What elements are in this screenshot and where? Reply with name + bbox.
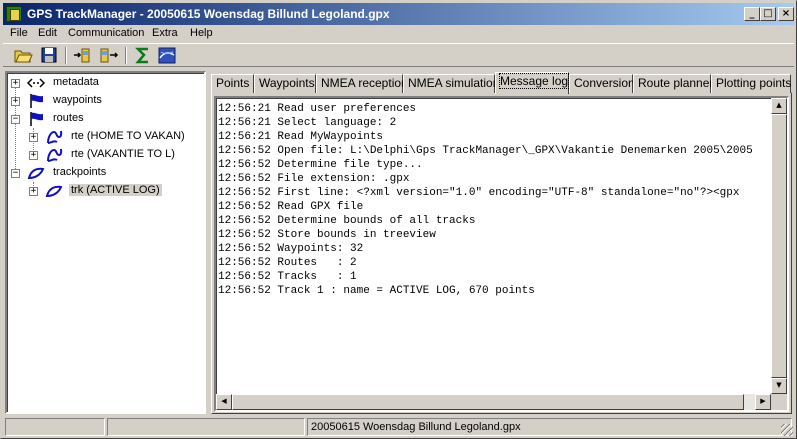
- route-curve-icon: [45, 147, 63, 163]
- resize-grip-icon[interactable]: [781, 424, 793, 436]
- toolbar-separator: [125, 47, 127, 64]
- import-icon[interactable]: [73, 46, 93, 65]
- tab-strip: Points Waypoints NMEA reception NMEA sim…: [211, 72, 796, 94]
- menu-file[interactable]: File: [10, 27, 28, 39]
- tree-node-label: routes: [53, 112, 84, 124]
- log-line: 12:56:52 Store bounds in treeview: [218, 229, 436, 241]
- vertical-scrollbar[interactable]: ▲ ▼: [771, 98, 787, 394]
- tab-nmea-reception[interactable]: NMEA reception: [316, 74, 408, 93]
- toolbar-separator: [65, 47, 67, 64]
- globe-icon[interactable]: [157, 46, 177, 65]
- collapse-icon[interactable]: −: [11, 115, 20, 124]
- close-button[interactable]: ×: [778, 7, 794, 21]
- log-line: 12:56:52 Routes : 2: [218, 257, 357, 269]
- log-line: 12:56:52 Determine file type...: [218, 159, 423, 171]
- tree-node-routes[interactable]: − routes: [11, 111, 201, 127]
- log-line: 12:56:52 Determine bounds of all tracks: [218, 215, 476, 227]
- status-panel-1: [5, 418, 105, 436]
- tree-node-track-active-log[interactable]: + trk (ACTIVE LOG): [29, 183, 204, 199]
- expand-icon[interactable]: +: [29, 151, 38, 160]
- menu-edit[interactable]: Edit: [38, 27, 57, 39]
- tab-waypoints[interactable]: Waypoints: [254, 74, 316, 93]
- toolbar: [3, 43, 794, 67]
- track-curve-icon: [27, 165, 45, 181]
- export-icon[interactable]: [99, 46, 119, 65]
- expand-icon[interactable]: +: [11, 97, 20, 106]
- log-line: 12:56:21 Read user preferences: [218, 103, 417, 115]
- minimize-button[interactable]: _: [744, 7, 760, 21]
- status-bar: 20050615 Woensdag Billund Legoland.gpx: [3, 417, 794, 437]
- sigma-icon[interactable]: [133, 46, 153, 65]
- horizontal-scrollbar[interactable]: ◀ ▶: [216, 394, 771, 410]
- menu-extra[interactable]: Extra: [152, 27, 178, 39]
- tab-nmea-simulation[interactable]: NMEA simulation: [403, 74, 499, 93]
- app-icon[interactable]: [6, 6, 22, 22]
- maximize-button[interactable]: □: [760, 7, 776, 21]
- status-panel-2: [107, 418, 305, 436]
- title-bar[interactable]: GPS TrackManager - 20050615 Woensdag Bil…: [3, 3, 794, 25]
- log-line: 12:56:52 Track 1 : name = ACTIVE LOG, 67…: [218, 285, 535, 297]
- tree-node-label: rte (HOME TO VAKAN): [71, 130, 185, 142]
- scroll-up-button[interactable]: ▲: [771, 98, 787, 114]
- log-line: 12:56:52 Waypoints: 32: [218, 243, 364, 255]
- scroll-down-button[interactable]: ▼: [771, 378, 787, 394]
- tree-node-metadata[interactable]: + metadata: [11, 75, 201, 91]
- expand-icon[interactable]: +: [29, 133, 38, 142]
- blue-flag-icon: [27, 93, 45, 109]
- tree-node-trackpoints[interactable]: − trackpoints: [11, 165, 201, 181]
- tree-node-waypoints[interactable]: + waypoints: [11, 93, 201, 109]
- tree-node-label: trk (ACTIVE LOG): [69, 184, 162, 196]
- tree-node-label: metadata: [53, 76, 99, 88]
- metadata-arrows-icon: [26, 75, 46, 91]
- tree-node-route-vakantie-to-l[interactable]: + rte (VAKANTIE TO L): [29, 147, 204, 163]
- log-line: 12:56:52 Read GPX file: [218, 201, 364, 213]
- tab-points[interactable]: Points: [211, 74, 254, 93]
- tab-plotting-points[interactable]: Plotting points: [711, 74, 791, 93]
- collapse-icon[interactable]: −: [11, 169, 20, 178]
- app-window: GPS TrackManager - 20050615 Woensdag Bil…: [0, 0, 797, 439]
- scroll-right-button[interactable]: ▶: [755, 394, 771, 410]
- log-line: 12:56:52 Open file: L:\Delphi\Gps TrackM…: [218, 145, 753, 157]
- message-log[interactable]: 12:56:21 Read user preferences 12:56:21 …: [214, 96, 789, 412]
- expand-icon[interactable]: +: [29, 187, 38, 196]
- window-title: GPS TrackManager - 20050615 Woensdag Bil…: [27, 7, 390, 21]
- tree-node-label: waypoints: [53, 94, 102, 106]
- blue-flag-icon: [27, 111, 45, 127]
- menu-bar: File Edit Communication Extra Help: [3, 25, 794, 43]
- tab-route-planner[interactable]: Route planner: [633, 74, 713, 93]
- open-folder-icon[interactable]: [13, 46, 33, 65]
- menu-communication[interactable]: Communication: [68, 27, 144, 39]
- tab-conversion[interactable]: Conversion: [569, 74, 635, 93]
- log-line: 12:56:21 Select language: 2: [218, 117, 397, 129]
- save-icon[interactable]: [39, 46, 59, 65]
- log-lines: 12:56:21 Read user preferences 12:56:21 …: [218, 102, 771, 392]
- menu-help[interactable]: Help: [190, 27, 213, 39]
- scroll-left-button[interactable]: ◀: [216, 394, 232, 410]
- tree-node-route-home-to-vakan[interactable]: + rte (HOME TO VAKAN): [29, 129, 204, 145]
- track-curve-icon: [45, 183, 63, 199]
- scrollbar-corner: [771, 394, 787, 410]
- status-filename: 20050615 Woensdag Billund Legoland.gpx: [307, 418, 792, 436]
- route-curve-icon: [45, 129, 63, 145]
- expand-icon[interactable]: +: [11, 79, 20, 88]
- tree-node-label: rte (VAKANTIE TO L): [71, 148, 175, 160]
- log-line: 12:56:21 Read MyWaypoints: [218, 131, 384, 143]
- vertical-scroll-thumb[interactable]: [771, 114, 787, 378]
- log-line: 12:56:52 Tracks : 1: [218, 271, 357, 283]
- horizontal-scroll-thumb[interactable]: [232, 394, 744, 410]
- log-line: 12:56:52 First line: <?xml version="1.0"…: [218, 187, 740, 199]
- tree-node-label: trackpoints: [53, 166, 107, 178]
- gpx-tree-view[interactable]: + metadata + waypoints − routes + rte (H…: [5, 71, 206, 414]
- log-line: 12:56:52 File extension: .gpx: [218, 173, 410, 185]
- tab-message-log[interactable]: Message log: [495, 72, 570, 94]
